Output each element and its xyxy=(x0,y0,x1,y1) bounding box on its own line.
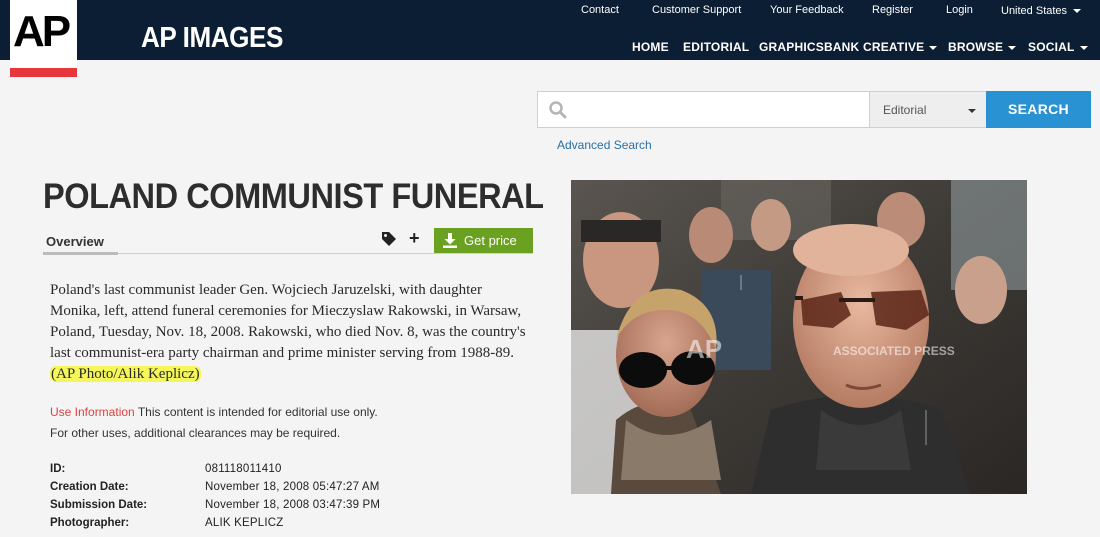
metadata-key: Photographer: xyxy=(50,517,130,529)
your-feedback-link[interactable]: Your Feedback xyxy=(770,4,844,16)
search-icon xyxy=(549,101,567,119)
use-information-text-2: For other uses, additional clearances ma… xyxy=(50,426,341,440)
metadata-key: ID: xyxy=(50,463,66,475)
use-information-label[interactable]: Use Information xyxy=(50,405,135,419)
metadata-key: Creation Date: xyxy=(50,481,129,493)
customer-support-link[interactable]: Customer Support xyxy=(652,4,741,16)
chevron-down-icon xyxy=(1008,45,1017,50)
brand-title[interactable]: AP IMAGES xyxy=(141,22,283,55)
metadata-value: 081118011410 xyxy=(205,463,282,475)
add-to-lightbox-plus-icon[interactable]: + xyxy=(409,229,420,247)
chevron-down-icon xyxy=(1073,9,1082,14)
search-input-box[interactable] xyxy=(537,91,870,128)
use-information: Use Information This content is intended… xyxy=(50,402,530,444)
tab-active-indicator xyxy=(43,252,118,255)
metadata-value: ALIK KEPLICZ xyxy=(205,517,284,529)
metadata-key: Submission Date: xyxy=(50,499,148,511)
get-price-button[interactable]: Get price xyxy=(434,228,533,253)
nav-creative[interactable]: CREATIVE xyxy=(863,40,938,54)
ap-logo-red-bar xyxy=(10,68,77,77)
watermark-text: ASSOCIATED PRESS xyxy=(833,344,955,358)
download-icon xyxy=(443,233,457,248)
use-information-text: This content is intended for editorial u… xyxy=(137,405,378,419)
nav-browse-label: BROWSE xyxy=(948,40,1004,54)
caption-text: Poland's last communist leader Gen. Wojc… xyxy=(50,282,526,361)
photo-caption: Poland's last communist leader Gen. Wojc… xyxy=(50,280,528,385)
nav-editorial[interactable]: EDITORIAL xyxy=(683,40,749,54)
main-photo[interactable]: AP ASSOCIATED PRESS xyxy=(571,180,1027,494)
nav-home[interactable]: HOME xyxy=(632,40,669,54)
search-bar: Editorial SEARCH xyxy=(537,91,1091,128)
search-scope-select[interactable]: Editorial xyxy=(870,91,986,128)
ap-logo[interactable]: AP xyxy=(10,0,77,77)
login-link[interactable]: Login xyxy=(946,4,973,16)
chevron-down-icon xyxy=(929,45,938,50)
region-selector[interactable]: United States xyxy=(1001,5,1082,17)
register-link[interactable]: Register xyxy=(872,4,913,16)
nav-creative-label: CREATIVE xyxy=(863,40,925,54)
metadata-value: November 18, 2008 03:47:39 PM xyxy=(205,499,381,511)
get-price-label: Get price xyxy=(464,233,517,248)
metadata-row: Creation Date: November 18, 2008 05:47:2… xyxy=(50,481,450,499)
page-title: POLAND COMMUNIST FUNERAL xyxy=(43,177,544,216)
chevron-down-icon xyxy=(968,109,976,113)
metadata-row: ID: 081118011410 xyxy=(50,463,450,481)
contact-link[interactable]: Contact xyxy=(581,4,619,16)
nav-social-label: SOCIAL xyxy=(1028,40,1075,54)
metadata-row: Submission Date: November 18, 2008 03:47… xyxy=(50,499,450,517)
tag-icon[interactable] xyxy=(381,231,397,247)
tab-overview[interactable]: Overview xyxy=(46,234,104,249)
metadata-row: Photographer: ALIK KEPLICZ xyxy=(50,517,450,535)
nav-browse[interactable]: BROWSE xyxy=(948,40,1017,54)
search-button[interactable]: SEARCH xyxy=(986,91,1091,128)
nav-social[interactable]: SOCIAL xyxy=(1028,40,1088,54)
ap-logo-text: AP xyxy=(13,7,71,56)
metadata-value: November 18, 2008 05:47:27 AM xyxy=(205,481,380,493)
region-label: United States xyxy=(1001,5,1068,17)
nav-graphicsbank[interactable]: GRAPHICSBANK xyxy=(759,40,859,54)
search-input[interactable] xyxy=(572,98,862,122)
search-scope-value: Editorial xyxy=(883,103,927,117)
photo-credit: (AP Photo/Alik Keplicz) xyxy=(50,366,201,382)
advanced-search-link[interactable]: Advanced Search xyxy=(557,138,652,152)
photo-image: AP ASSOCIATED PRESS xyxy=(571,180,1027,494)
chevron-down-icon xyxy=(1079,45,1088,50)
watermark-logo: AP xyxy=(686,334,722,364)
